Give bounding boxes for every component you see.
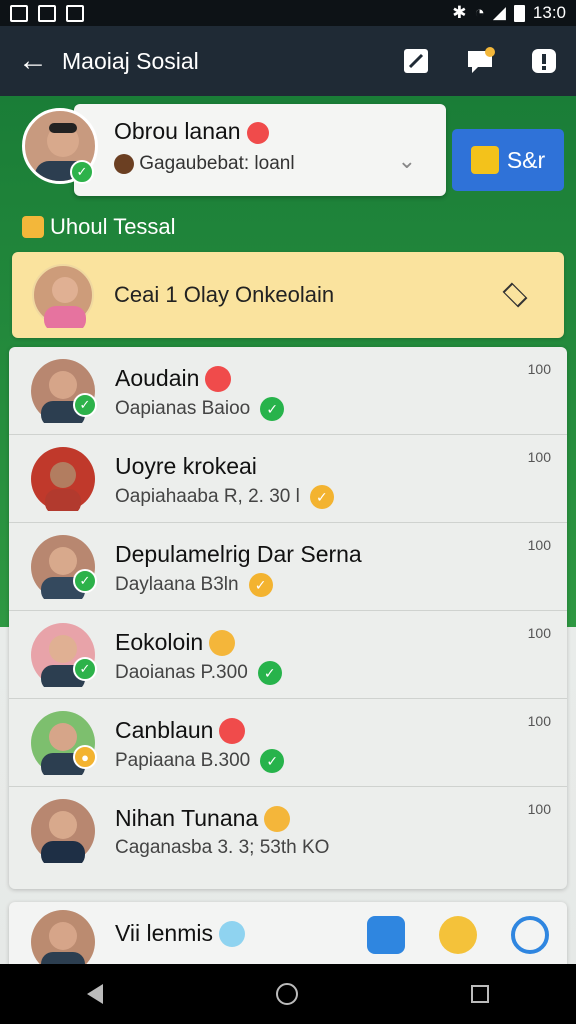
notification-icon bbox=[38, 4, 56, 22]
contact-name: Depulamelrig Dar Serna bbox=[115, 541, 362, 567]
share-icon[interactable] bbox=[367, 916, 405, 954]
signal-icon: ◢ bbox=[492, 3, 506, 22]
mail-icon bbox=[66, 4, 84, 22]
emoji-icon bbox=[205, 365, 232, 392]
profile-subtitle: Gagaubebat: loanl bbox=[114, 153, 446, 175]
list-item[interactable]: ● Canblaun Papiaana B.300 ✓ 100 bbox=[9, 699, 567, 787]
emoji-icon bbox=[246, 121, 269, 144]
verified-icon: ✓ bbox=[73, 657, 97, 681]
contact-subtitle: Daoianas P.300 ✓ bbox=[115, 661, 282, 685]
featured-text: Ceai 1 Olay Onkeolain bbox=[114, 282, 335, 307]
contact-name: Aoudain bbox=[115, 365, 232, 392]
count-badge: 100 bbox=[527, 713, 551, 729]
bluetooth-icon: ✱ bbox=[452, 3, 467, 22]
chat-icon[interactable] bbox=[466, 47, 495, 75]
content-area: Obrou lanan Gagaubebat: loanl ⌄ ✓ S&r Uh… bbox=[0, 96, 576, 982]
count-badge: 100 bbox=[527, 801, 551, 817]
emoji-icon bbox=[22, 216, 44, 238]
contact-subtitle: Oapianas Baioo ✓ bbox=[115, 397, 285, 421]
verified-icon: ● bbox=[73, 745, 97, 769]
status-icon: ✓ bbox=[257, 661, 282, 685]
emoji-icon bbox=[209, 629, 236, 656]
count-badge: 100 bbox=[527, 449, 551, 465]
back-icon[interactable] bbox=[86, 984, 103, 1004]
alert-icon[interactable] bbox=[530, 47, 558, 75]
list-item[interactable]: ✓ Eokoloin Daoianas P.300 ✓ 100 bbox=[9, 611, 567, 699]
chevron-down-icon[interactable]: ⌄ bbox=[398, 148, 416, 174]
avatar bbox=[32, 264, 94, 332]
avatar bbox=[31, 447, 95, 515]
contact-subtitle: Oapiahaaba R, 2. 30 l ✓ bbox=[115, 485, 334, 509]
battery-icon bbox=[513, 4, 525, 22]
contact-subtitle: Daylaana B3ln ✓ bbox=[115, 573, 273, 597]
verified-icon: ✓ bbox=[73, 569, 97, 593]
contact-name: Vii lenmis bbox=[115, 920, 245, 947]
profile-header[interactable]: Obrou lanan Gagaubebat: loanl ⌄ ✓ bbox=[22, 104, 446, 196]
avatar bbox=[31, 799, 95, 867]
list-item[interactable]: ✓ Depulamelrig Dar Serna Daylaana B3ln ✓ … bbox=[9, 523, 567, 611]
app-bar: ← Maoiaj Sosial bbox=[0, 26, 576, 96]
count-badge: 100 bbox=[527, 537, 551, 553]
verified-icon: ✓ bbox=[73, 393, 97, 417]
contact-list: ✓ Aoudain Oapianas Baioo ✓ 100 Uoyre krok… bbox=[9, 347, 567, 889]
flag-icon[interactable] bbox=[402, 47, 430, 75]
contact-name: Eokoloin bbox=[115, 629, 236, 656]
contact-subtitle: Papiaana B.300 ✓ bbox=[115, 749, 285, 773]
list-item[interactable]: ✓ Aoudain Oapianas Baioo ✓ 100 bbox=[9, 347, 567, 435]
page-title: Maoiaj Sosial bbox=[62, 47, 199, 74]
home-icon[interactable] bbox=[275, 983, 298, 1005]
profile-name: Obrou lanan bbox=[114, 118, 446, 145]
contact-name: Uoyre krokeai bbox=[115, 453, 257, 479]
wifi-icon: ◔ bbox=[474, 3, 485, 22]
search-icon bbox=[470, 146, 499, 174]
search-button[interactable]: S&r bbox=[452, 129, 564, 191]
emoji-icon bbox=[114, 153, 134, 174]
count-badge: 100 bbox=[527, 361, 551, 377]
status-icon: ✓ bbox=[260, 749, 285, 773]
diamond-icon[interactable] bbox=[502, 282, 528, 308]
featured-item[interactable]: Ceai 1 Olay Onkeolain bbox=[12, 252, 564, 338]
emoji-icon bbox=[219, 717, 246, 744]
status-icon: ✓ bbox=[260, 397, 285, 421]
list-item[interactable]: Uoyre krokeai Oapiahaaba R, 2. 30 l ✓ 100 bbox=[9, 435, 567, 523]
emoji-icon bbox=[219, 920, 245, 947]
status-icon: ✓ bbox=[309, 485, 334, 509]
profile-card[interactable]: Obrou lanan Gagaubebat: loanl ⌄ bbox=[74, 104, 446, 196]
contact-subtitle: Caganasba 3. 3; 53th KO bbox=[115, 837, 330, 858]
refresh-icon[interactable] bbox=[511, 916, 549, 954]
back-arrow-icon[interactable]: ← bbox=[18, 46, 48, 76]
contact-name: Canblaun bbox=[115, 717, 246, 744]
emoji-icon bbox=[264, 805, 291, 832]
verified-icon: ✓ bbox=[70, 160, 94, 184]
recent-apps-icon[interactable] bbox=[471, 985, 490, 1003]
section-label: Uhoul Tessal bbox=[22, 214, 176, 240]
status-icon: ✓ bbox=[248, 573, 273, 597]
clock: 13:0 bbox=[532, 3, 566, 22]
count-badge: 100 bbox=[527, 625, 551, 641]
navigation-bar bbox=[0, 964, 576, 1024]
notification-icon bbox=[10, 4, 28, 22]
contact-name: Nihan Tunana bbox=[115, 805, 291, 832]
emoji-icon[interactable] bbox=[439, 916, 477, 954]
status-bar: ✱ ◔ ◢ 13:0 bbox=[0, 0, 576, 26]
list-item[interactable]: Nihan Tunana Caganasba 3. 3; 53th KO 100 bbox=[9, 787, 567, 875]
